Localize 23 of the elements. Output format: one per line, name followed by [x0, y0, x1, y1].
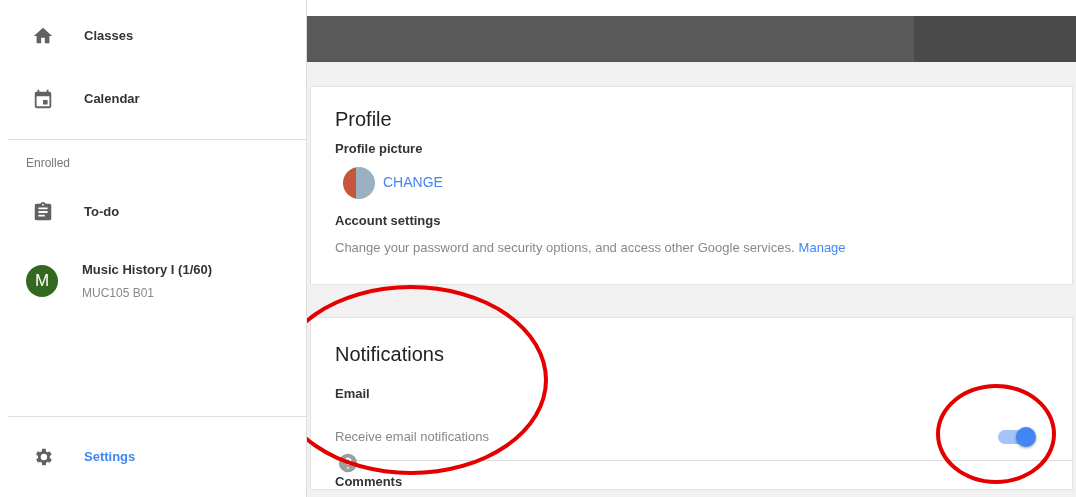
field-label: Profile picture: [335, 140, 424, 158]
field-label: Account settings: [335, 211, 442, 230]
subsection-label: Email: [335, 384, 371, 403]
clipboard-icon: [32, 200, 54, 223]
help-icon[interactable]: [338, 453, 358, 473]
subsection-label: Comments: [335, 475, 404, 490]
sidebar-item[interactable]: Calendar: [0, 67, 306, 130]
section-heading: Enrolled: [25, 155, 72, 172]
section-title: Notifications: [335, 341, 445, 366]
account-description: Change your password and security options, and access other Google services.: [335, 239, 795, 257]
manage-link[interactable]: Manage: [798, 238, 846, 258]
class-section: MUC105 B01: [82, 283, 213, 302]
setting-label: Receive email notifications: [335, 427, 489, 446]
class-item[interactable]: M Music History I (1/60) MUC105 B01: [0, 243, 306, 319]
calendar-icon: [32, 87, 54, 110]
sidebar-item[interactable]: Settings: [0, 417, 306, 497]
section-title: Profile: [335, 107, 393, 131]
class-name: Music History I (1/60): [82, 261, 213, 280]
photo-placeholder: [343, 166, 375, 199]
sidebar-item[interactable]: To-do: [0, 180, 306, 243]
change-link[interactable]: CHANGE: [383, 172, 443, 193]
class-avatar: M: [26, 265, 58, 297]
sidebar-item[interactable]: Classes: [0, 4, 306, 67]
